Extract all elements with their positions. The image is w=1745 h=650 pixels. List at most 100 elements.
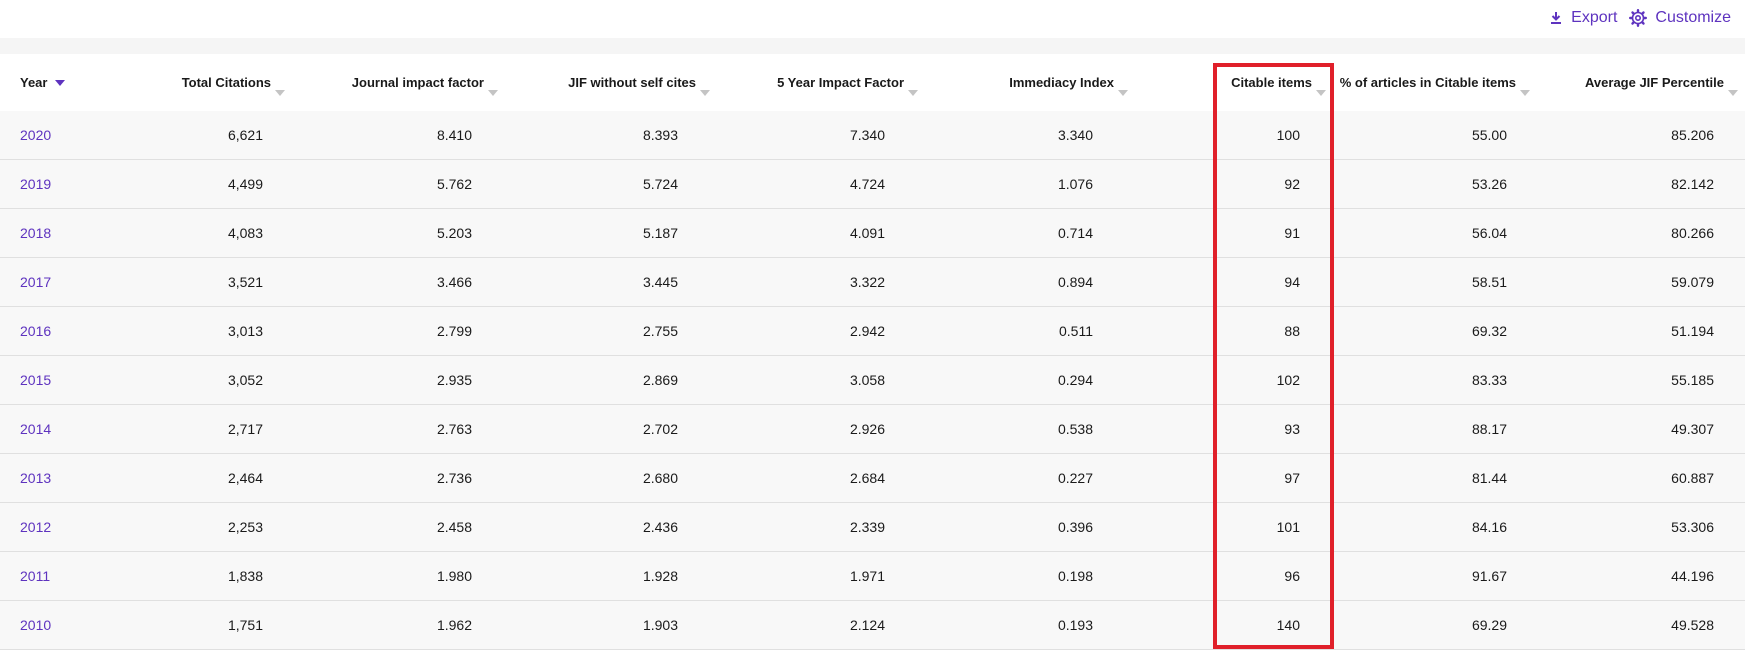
customize-button[interactable]: Customize	[1629, 9, 1731, 27]
cell-5-year-impact-factor: 1.971	[720, 552, 885, 600]
year-link[interactable]: 2011	[20, 568, 50, 584]
year-link[interactable]: 2013	[20, 470, 51, 486]
sort-caret-icon[interactable]	[55, 79, 66, 86]
download-icon	[1549, 11, 1563, 25]
cell-year[interactable]: 2015	[20, 356, 120, 404]
column-header-jif-without-self-cites[interactable]: JIF without self cites	[510, 54, 710, 111]
cell-year[interactable]: 2020	[20, 111, 120, 159]
table-row: 2015 3,052 2.935 2.869 3.058 0.294 102 83.33 55.…	[0, 356, 1745, 405]
export-button[interactable]: Export	[1549, 9, 1617, 27]
cell-total-citations: 3,013	[140, 307, 263, 355]
cell-value: 2.869	[642, 372, 678, 388]
cell-value: 55.00	[1471, 127, 1507, 143]
column-header-pct-of-articles-in-citable-items[interactable]: % of articles in Citable items	[1330, 54, 1530, 111]
cell-average-jif-percentile: 55.185	[1540, 356, 1714, 404]
cell-journal-impact-factor: 2.458	[300, 503, 472, 551]
cell-citable-items: 102	[1140, 356, 1300, 404]
cell-value: 2,253	[227, 519, 263, 535]
year-link[interactable]: 2018	[20, 225, 51, 241]
cell-value: 3,521	[227, 274, 263, 290]
cell-value: 102	[1276, 372, 1300, 388]
cell-year[interactable]: 2019	[20, 160, 120, 208]
cell-value: 5.724	[642, 176, 678, 192]
cell-citable-items: 93	[1140, 405, 1300, 453]
cell-value: 3.466	[436, 274, 472, 290]
year-link[interactable]: 2010	[20, 617, 51, 633]
cell-jif-without-self-cites: 2.680	[510, 454, 678, 502]
cell-value: 5.762	[436, 176, 472, 192]
cell-value: 2,717	[227, 421, 263, 437]
metrics-table: Year Total Citations Journal impact factor…	[0, 54, 1745, 650]
column-header-year[interactable]: Year	[20, 54, 120, 111]
cell-value: 2.926	[849, 421, 885, 437]
cell-value: 2.124	[849, 617, 885, 633]
sort-caret-icon[interactable]	[1316, 89, 1326, 96]
year-link[interactable]: 2019	[20, 176, 51, 192]
cell-year[interactable]: 2014	[20, 405, 120, 453]
column-header-label: 5 Year Impact Factor	[777, 75, 904, 90]
cell-total-citations: 4,083	[140, 209, 263, 257]
table-row: 2018 4,083 5.203 5.187 4.091 0.714 91 56.04 80.2…	[0, 209, 1745, 258]
table-row: 2013 2,464 2.736 2.680 2.684 0.227 97 81.44 60.8…	[0, 454, 1745, 503]
sort-caret-icon[interactable]	[1118, 89, 1128, 96]
cell-pct-of-articles-in-citable-items: 88.17	[1330, 405, 1507, 453]
cell-value: 49.307	[1671, 421, 1714, 437]
sort-caret-icon[interactable]	[275, 89, 285, 96]
year-link[interactable]: 2020	[20, 127, 51, 143]
cell-total-citations: 3,052	[140, 356, 263, 404]
cell-jif-without-self-cites: 2.702	[510, 405, 678, 453]
cell-year[interactable]: 2010	[20, 601, 120, 649]
cell-value: 69.29	[1471, 617, 1507, 633]
cell-year[interactable]: 2013	[20, 454, 120, 502]
sort-caret-icon[interactable]	[700, 89, 710, 96]
column-header-immediacy-index[interactable]: Immediacy Index	[930, 54, 1128, 111]
cell-average-jif-percentile: 59.079	[1540, 258, 1714, 306]
column-header-total-citations[interactable]: Total Citations	[140, 54, 285, 111]
cell-value: 1.980	[436, 568, 472, 584]
sort-caret-icon[interactable]	[1728, 89, 1738, 96]
cell-total-citations: 6,621	[140, 111, 263, 159]
cell-year[interactable]: 2018	[20, 209, 120, 257]
cell-average-jif-percentile: 82.142	[1540, 160, 1714, 208]
year-link[interactable]: 2016	[20, 323, 51, 339]
cell-year[interactable]: 2012	[20, 503, 120, 551]
year-link[interactable]: 2012	[20, 519, 51, 535]
cell-value: 0.894	[1057, 274, 1093, 290]
cell-immediacy-index: 0.511	[930, 307, 1093, 355]
cell-value: 0.538	[1057, 421, 1093, 437]
cell-immediacy-index: 0.227	[930, 454, 1093, 502]
cell-citable-items: 96	[1140, 552, 1300, 600]
year-link[interactable]: 2015	[20, 372, 51, 388]
cell-value: 2.799	[436, 323, 472, 339]
year-link[interactable]: 2014	[20, 421, 51, 437]
cell-value: 60.887	[1671, 470, 1714, 486]
column-header-label: Citable items	[1231, 75, 1312, 90]
cell-value: 1.076	[1057, 176, 1093, 192]
cell-immediacy-index: 0.294	[930, 356, 1093, 404]
column-header-citable-items[interactable]: Citable items	[1140, 54, 1326, 111]
cell-value: 3,013	[227, 323, 263, 339]
column-header-5-year-impact-factor[interactable]: 5 Year Impact Factor	[720, 54, 918, 111]
column-header-average-jif-percentile[interactable]: Average JIF Percentile	[1540, 54, 1738, 111]
cell-citable-items: 92	[1140, 160, 1300, 208]
cell-jif-without-self-cites: 1.928	[510, 552, 678, 600]
cell-value: 101	[1276, 519, 1300, 535]
cell-value: 91.67	[1471, 568, 1507, 584]
cell-citable-items: 140	[1140, 601, 1300, 649]
sort-caret-icon[interactable]	[1520, 89, 1530, 96]
sort-caret-icon[interactable]	[908, 89, 918, 96]
cell-year[interactable]: 2017	[20, 258, 120, 306]
cell-average-jif-percentile: 85.206	[1540, 111, 1714, 159]
cell-jif-without-self-cites: 5.187	[510, 209, 678, 257]
cell-immediacy-index: 0.396	[930, 503, 1093, 551]
cell-jif-without-self-cites: 2.436	[510, 503, 678, 551]
cell-value: 3.445	[642, 274, 678, 290]
cell-year[interactable]: 2016	[20, 307, 120, 355]
cell-year[interactable]: 2011	[20, 552, 120, 600]
column-header-journal-impact-factor[interactable]: Journal impact factor	[300, 54, 498, 111]
sort-caret-icon[interactable]	[488, 89, 498, 96]
year-link[interactable]: 2017	[20, 274, 51, 290]
cell-value: 4,499	[227, 176, 263, 192]
cell-journal-impact-factor: 5.762	[300, 160, 472, 208]
cell-value: 2.436	[642, 519, 678, 535]
